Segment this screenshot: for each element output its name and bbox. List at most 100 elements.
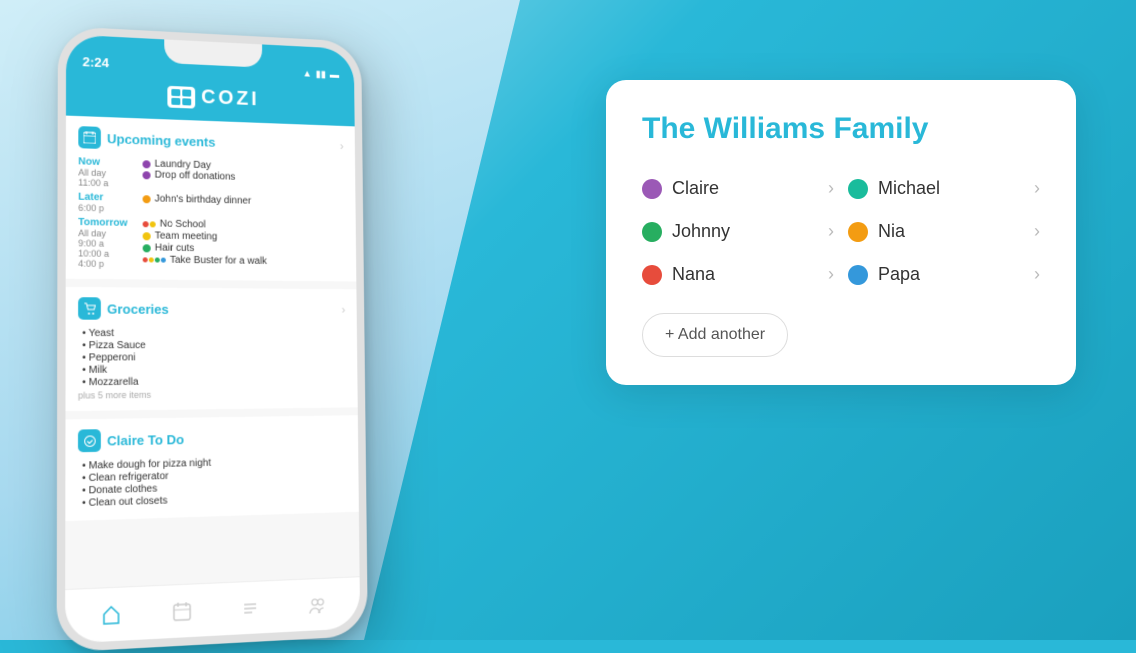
event-birthday: John's birthday dinner bbox=[143, 193, 345, 209]
nav-home[interactable] bbox=[96, 598, 127, 631]
phone-nav bbox=[65, 576, 360, 643]
event-text-buster: Take Buster for a walk bbox=[170, 255, 267, 267]
family-title: The Williams Family bbox=[642, 112, 1040, 146]
event-dot-laundry bbox=[142, 160, 150, 168]
member-arrow-nia: › bbox=[1034, 221, 1040, 242]
later-time: 6:00 p bbox=[78, 203, 134, 214]
events-section: Upcoming events › Now All day 11:00 a bbox=[66, 116, 357, 282]
events-arrow: › bbox=[340, 139, 344, 153]
member-name-claire: Claire bbox=[672, 178, 719, 199]
event-dot-birthday bbox=[143, 195, 151, 203]
grocery-list: Yeast Pizza Sauce Pepperoni Milk Mozzare… bbox=[78, 328, 346, 389]
cart-icon bbox=[78, 297, 101, 320]
grocery-item-3: Pepperoni bbox=[82, 352, 346, 364]
calendar-icon bbox=[78, 126, 101, 149]
dot-blue2 bbox=[161, 258, 166, 263]
todo-section: Claire To Do Make dough for pizza night … bbox=[65, 415, 359, 521]
now-time: 11:00 a bbox=[78, 177, 134, 189]
status-icons: ▲ ▮▮ ▬ bbox=[302, 69, 339, 81]
groceries-arrow: › bbox=[342, 303, 346, 317]
member-name-nia: Nia bbox=[878, 221, 905, 242]
nav-list[interactable] bbox=[235, 592, 265, 624]
member-name-papa: Papa bbox=[878, 264, 920, 285]
member-nana[interactable]: Nana › bbox=[642, 260, 834, 289]
event-dot-meeting bbox=[143, 232, 151, 240]
todo-title: Claire To Do bbox=[107, 431, 184, 448]
dot-yellow2 bbox=[149, 257, 154, 262]
events-tomorrow: Tomorrow All day 9:00 a 10:00 a 4:00 p bbox=[78, 217, 345, 272]
member-johnny-left: Johnny bbox=[642, 221, 730, 242]
signal-icon: ▮▮ bbox=[316, 69, 326, 80]
grocery-item-1: Yeast bbox=[82, 328, 345, 339]
tomorrow-events: No School Team meeting Hair cuts bbox=[143, 218, 345, 272]
member-papa[interactable]: Papa › bbox=[848, 260, 1040, 289]
check-icon bbox=[78, 429, 101, 452]
member-claire-left: Claire bbox=[642, 178, 719, 199]
status-time: 2:24 bbox=[82, 54, 109, 70]
member-arrow-michael: › bbox=[1034, 178, 1040, 199]
member-name-nana: Nana bbox=[672, 264, 715, 285]
event-text-haircuts: Hair cuts bbox=[155, 242, 195, 254]
event-text-birthday: John's birthday dinner bbox=[155, 193, 251, 206]
noschool-dots bbox=[143, 221, 156, 227]
battery-icon: ▬ bbox=[330, 70, 339, 81]
member-name-michael: Michael bbox=[878, 178, 940, 199]
member-arrow-claire: › bbox=[828, 178, 834, 199]
member-papa-left: Papa bbox=[848, 264, 920, 285]
event-text-donations: Drop off donations bbox=[155, 170, 236, 183]
phone-notch bbox=[164, 39, 262, 67]
events-later: Later 6:00 p John's birthday dinner bbox=[78, 192, 344, 219]
nav-family[interactable] bbox=[303, 589, 332, 621]
event-dot-haircuts bbox=[143, 244, 151, 252]
member-nana-left: Nana bbox=[642, 264, 715, 285]
grocery-item-2: Pizza Sauce bbox=[82, 340, 346, 351]
member-name-johnny: Johnny bbox=[672, 221, 730, 242]
groceries-title: Groceries bbox=[107, 301, 169, 316]
member-claire[interactable]: Claire › bbox=[642, 174, 834, 203]
tomorrow-1000: 10:00 a bbox=[78, 248, 134, 259]
phone-content: Upcoming events › Now All day 11:00 a bbox=[65, 116, 360, 624]
dot-yellow bbox=[150, 221, 156, 227]
member-dot-claire bbox=[642, 179, 662, 199]
events-now: Now All day 11:00 a Laundry Day Dro bbox=[78, 156, 344, 194]
member-michael[interactable]: Michael › bbox=[848, 174, 1040, 203]
members-grid: Claire › Michael › Johnny › Nia bbox=[642, 174, 1040, 289]
dot-green2 bbox=[155, 257, 160, 262]
member-arrow-nana: › bbox=[828, 264, 834, 285]
app-name: COZI bbox=[201, 86, 259, 111]
groceries-section: Groceries › Yeast Pizza Sauce Pepperoni … bbox=[65, 287, 357, 411]
app-logo: COZI bbox=[66, 80, 355, 115]
member-dot-nia bbox=[848, 222, 868, 242]
member-dot-michael bbox=[848, 179, 868, 199]
todo-header: Claire To Do bbox=[78, 425, 347, 452]
member-dot-nana bbox=[642, 265, 662, 285]
wifi-icon: ▲ bbox=[302, 69, 311, 80]
events-title: Upcoming events bbox=[107, 131, 215, 150]
dot-red bbox=[143, 221, 149, 227]
member-nia-left: Nia bbox=[848, 221, 905, 242]
more-items: plus 5 more items bbox=[78, 388, 346, 401]
add-another-button[interactable]: + Add another bbox=[642, 313, 788, 357]
member-arrow-johnny: › bbox=[828, 221, 834, 242]
member-nia[interactable]: Nia › bbox=[848, 217, 1040, 246]
member-michael-left: Michael bbox=[848, 178, 940, 199]
member-dot-johnny bbox=[642, 222, 662, 242]
phone-mockup: 2:24 ▲ ▮▮ ▬ bbox=[57, 26, 368, 653]
event-buster: Take Buster for a walk bbox=[143, 254, 345, 268]
event-text-noschool: No School bbox=[160, 219, 206, 231]
event-text-meeting: Team meeting bbox=[155, 230, 218, 242]
nav-calendar[interactable] bbox=[167, 595, 198, 627]
member-johnny[interactable]: Johnny › bbox=[642, 217, 834, 246]
dot-red2 bbox=[143, 257, 148, 262]
todo-list: Make dough for pizza night Clean refrige… bbox=[78, 455, 347, 510]
groceries-header: Groceries › bbox=[78, 297, 345, 320]
family-card: The Williams Family Claire › Michael › J… bbox=[606, 80, 1076, 385]
member-dot-papa bbox=[848, 265, 868, 285]
grocery-item-4: Milk bbox=[82, 363, 346, 376]
event-dot-donations bbox=[143, 171, 151, 179]
tomorrow-400: 4:00 p bbox=[78, 258, 134, 269]
logo-icon bbox=[167, 85, 195, 108]
member-arrow-papa: › bbox=[1034, 264, 1040, 285]
events-header: Upcoming events › bbox=[78, 126, 343, 157]
grocery-item-5: Mozzarella bbox=[82, 375, 346, 388]
